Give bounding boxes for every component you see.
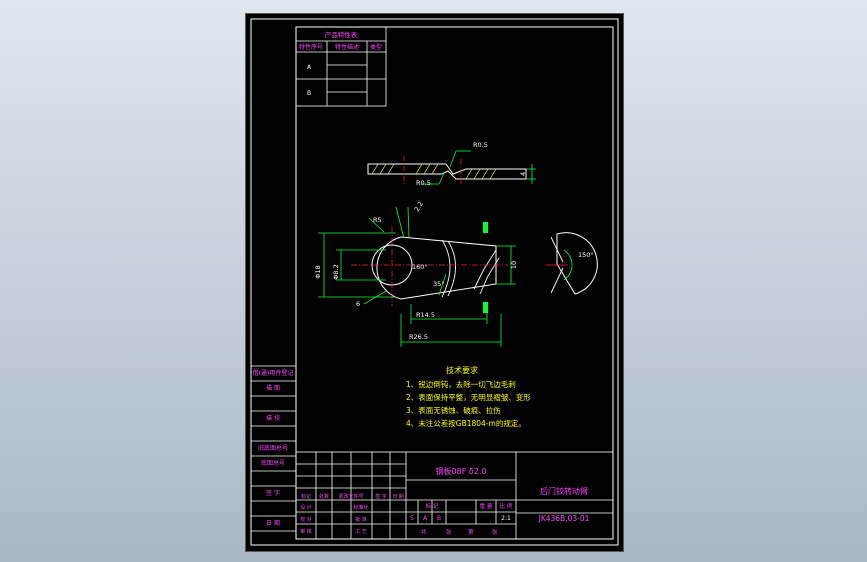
strip-label-draw: 描 图 bbox=[266, 384, 280, 392]
dim-height-10: 10 bbox=[510, 261, 518, 269]
dim-r5: R5 bbox=[373, 216, 382, 224]
tech-note-1: 1、锐边倒钝，去除一切飞边毛刺 bbox=[406, 379, 516, 389]
part-name: 后门铰转动臂 bbox=[540, 486, 588, 496]
dim-dia-inner: Φ8.2 bbox=[332, 264, 340, 279]
mark-label-3: 比 例 bbox=[500, 502, 513, 510]
dim-r145: R14.5 bbox=[416, 311, 435, 319]
change-header-4: 签 字 bbox=[375, 493, 387, 500]
center-mark-top bbox=[483, 222, 488, 233]
sheet-label-2: 张 bbox=[446, 528, 452, 536]
sign-role-1: 设 计 bbox=[300, 504, 312, 511]
strip-label-3: 底图总号 bbox=[261, 459, 285, 467]
change-header-5: 日 期 bbox=[392, 494, 404, 500]
sign-role-4: 标准化 bbox=[353, 504, 368, 511]
sign-role-3: 审 核 bbox=[300, 528, 312, 535]
change-header-1: 标记 bbox=[301, 493, 311, 500]
dim-angle-35: 35° bbox=[433, 280, 445, 288]
dim-r22: 2.2 bbox=[413, 200, 425, 213]
strip-label-2: 旧底图总号 bbox=[258, 444, 288, 452]
tech-note-3: 3、表面无锈蚀、破痕、拉伤 bbox=[406, 405, 501, 415]
change-header-3: 更改文件号 bbox=[338, 493, 363, 500]
surface-table-title: 产品特性表 bbox=[325, 30, 358, 39]
stage-letter-s: S bbox=[410, 515, 414, 522]
detail-view: 150° bbox=[546, 232, 598, 295]
surface-table-header-1: 特性序号 bbox=[299, 43, 323, 51]
tech-notes-title: 技术要求 bbox=[446, 365, 478, 375]
dim-angle-160: 160° bbox=[412, 263, 428, 271]
drawing-sheet: 产品特性表 特性序号 特性描述 类型 A B R0.5 R0.5 4 R5 2.… bbox=[245, 13, 624, 552]
surface-table-row-b: B bbox=[307, 90, 311, 97]
surface-table-header-3: 类型 bbox=[370, 43, 382, 51]
material-label: 钢板08F δ2.0 bbox=[436, 466, 487, 476]
dim-thickness: 4 bbox=[519, 172, 527, 176]
inner-frame bbox=[295, 26, 614, 540]
drawing-number: JK436B.03-01 bbox=[538, 514, 590, 523]
tech-note-4: 4、未注公差按GB1804-m的规定。 bbox=[406, 418, 526, 428]
side-section-view: R0.5 R0.5 4 bbox=[367, 141, 536, 187]
mark-label-1: 标 记 bbox=[426, 502, 439, 510]
strip-label-check: 描 校 bbox=[266, 414, 280, 422]
dim-6: 6 bbox=[356, 300, 360, 308]
sheet-label-1: 共 bbox=[421, 528, 427, 536]
dim-r05-top: R0.5 bbox=[473, 141, 488, 149]
strip-label-5: 日 期 bbox=[266, 519, 280, 527]
strip-label-1: 借(通)用件登记 bbox=[253, 369, 294, 377]
sign-role-2: 校 对 bbox=[300, 516, 312, 523]
strip-label-4: 签 字 bbox=[266, 489, 280, 497]
mark-label-2: 重 量 bbox=[480, 502, 493, 510]
change-header-2: 处数 bbox=[319, 493, 329, 500]
tech-note-2: 2、表面保持平整，无明显褶皱、变形 bbox=[406, 392, 531, 402]
stage-letter-b: B bbox=[437, 515, 441, 522]
drawing-canvas: 产品特性表 特性序号 特性描述 类型 A B R0.5 R0.5 4 R5 2.… bbox=[250, 18, 619, 546]
sign-role-5: 批 准 bbox=[355, 516, 367, 523]
stage-letter-a: A bbox=[423, 515, 428, 522]
dim-r05-bottom: R0.5 bbox=[416, 179, 431, 187]
sign-role-6: 工 艺 bbox=[355, 529, 367, 535]
surface-table-header-2: 特性描述 bbox=[335, 43, 359, 51]
dim-r265: R26.5 bbox=[409, 333, 428, 341]
surface-table-row-a: A bbox=[307, 64, 312, 71]
scale-value: 2:1 bbox=[501, 515, 511, 522]
sheet-label-4: 张 bbox=[492, 528, 498, 536]
technical-notes: 技术要求 1、锐边倒钝，去除一切飞边毛刺 2、表面保持平整，无明显褶皱、变形 3… bbox=[406, 365, 531, 428]
sheet-label-3: 第 bbox=[468, 528, 474, 536]
dim-angle-150: 150° bbox=[578, 251, 594, 259]
dim-dia-outer: Φ18 bbox=[314, 265, 322, 278]
